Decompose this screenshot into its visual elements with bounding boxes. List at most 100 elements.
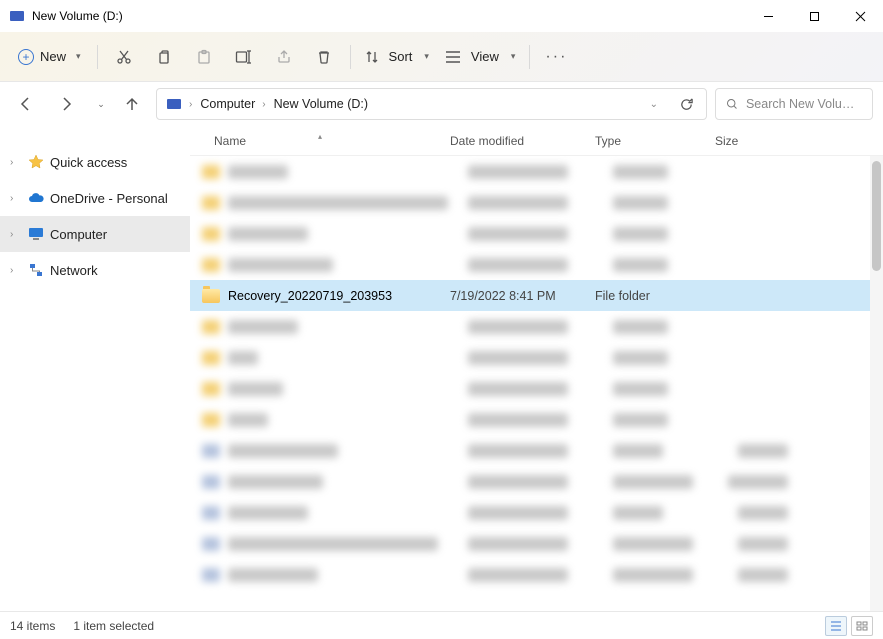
new-label: New bbox=[40, 49, 66, 64]
breadcrumb-label: New Volume (D:) bbox=[274, 97, 368, 111]
paste-button[interactable] bbox=[184, 39, 224, 75]
back-button[interactable] bbox=[10, 88, 42, 120]
search-input[interactable] bbox=[746, 97, 862, 111]
expand-icon[interactable]: › bbox=[10, 265, 22, 276]
chevron-down-icon: ▾ bbox=[511, 51, 516, 62]
file-date: 7/19/2022 8:41 PM bbox=[450, 289, 595, 303]
item-count: 14 items bbox=[10, 619, 55, 633]
column-header-date[interactable]: Date modified bbox=[450, 134, 595, 148]
share-button[interactable] bbox=[264, 39, 304, 75]
scrollbar-thumb[interactable] bbox=[872, 161, 881, 271]
expand-icon[interactable]: › bbox=[10, 157, 22, 168]
navigation-pane: › Quick access › OneDrive - Personal › C… bbox=[0, 126, 190, 611]
content-pane: ▴ Name Date modified Type Size Recovery_… bbox=[190, 126, 883, 611]
thumbnails-view-button[interactable] bbox=[851, 616, 873, 636]
star-icon bbox=[28, 154, 44, 170]
cloud-icon bbox=[28, 190, 44, 206]
list-item[interactable] bbox=[190, 156, 883, 187]
list-item[interactable] bbox=[190, 435, 883, 466]
chevron-down-icon: ⌄ bbox=[97, 99, 105, 110]
sidebar-item-label: OneDrive - Personal bbox=[50, 191, 168, 206]
column-header-name[interactable]: ▴ Name bbox=[190, 134, 450, 148]
view-button[interactable]: View ▾ bbox=[437, 49, 523, 64]
selection-count: 1 item selected bbox=[73, 619, 154, 633]
more-button[interactable]: ··· bbox=[536, 39, 576, 75]
list-item[interactable] bbox=[190, 466, 883, 497]
command-bar: + New ▾ Sort ▾ View ▾ ··· bbox=[0, 32, 883, 82]
search-box[interactable] bbox=[715, 88, 873, 120]
window-controls bbox=[745, 0, 883, 32]
list-item[interactable] bbox=[190, 311, 883, 342]
file-name: Recovery_20220719_203953 bbox=[228, 289, 392, 303]
maximize-button[interactable] bbox=[791, 0, 837, 32]
sort-label: Sort bbox=[389, 49, 413, 64]
expand-icon[interactable]: › bbox=[10, 229, 22, 240]
sidebar-item-onedrive[interactable]: › OneDrive - Personal bbox=[0, 180, 190, 216]
column-label: Name bbox=[214, 134, 246, 148]
list-item[interactable] bbox=[190, 187, 883, 218]
sidebar-item-computer[interactable]: › Computer bbox=[0, 216, 190, 252]
details-view-button[interactable] bbox=[825, 616, 847, 636]
copy-button[interactable] bbox=[144, 39, 184, 75]
minimize-button[interactable] bbox=[745, 0, 791, 32]
column-label: Size bbox=[715, 134, 738, 148]
new-button[interactable]: + New ▾ bbox=[8, 39, 91, 75]
chevron-right-icon: › bbox=[262, 99, 265, 110]
list-item[interactable] bbox=[190, 404, 883, 435]
sidebar-item-label: Network bbox=[50, 263, 98, 278]
view-toggle bbox=[825, 616, 873, 636]
breadcrumb-segment[interactable]: New Volume (D:) bbox=[274, 97, 368, 111]
view-icon bbox=[445, 50, 461, 64]
list-item-selected[interactable]: Recovery_20220719_203953 7/19/2022 8:41 … bbox=[190, 280, 883, 311]
address-dropdown[interactable]: ⌄ bbox=[644, 99, 664, 110]
address-bar[interactable]: › Computer › New Volume (D:) ⌄ bbox=[156, 88, 707, 120]
search-icon bbox=[726, 97, 738, 111]
folder-icon bbox=[202, 289, 220, 303]
main-area: › Quick access › OneDrive - Personal › C… bbox=[0, 126, 883, 611]
sort-button[interactable]: Sort ▾ bbox=[357, 49, 437, 64]
separator bbox=[529, 45, 530, 69]
recent-locations-button[interactable]: ⌄ bbox=[90, 88, 108, 120]
cut-button[interactable] bbox=[104, 39, 144, 75]
delete-button[interactable] bbox=[304, 39, 344, 75]
list-item[interactable] bbox=[190, 218, 883, 249]
list-item[interactable] bbox=[190, 528, 883, 559]
refresh-button[interactable] bbox=[672, 90, 700, 118]
breadcrumb-label: Computer bbox=[200, 97, 255, 111]
sidebar-item-label: Quick access bbox=[50, 155, 127, 170]
chevron-down-icon: ▾ bbox=[424, 51, 429, 62]
window-title: New Volume (D:) bbox=[32, 9, 123, 23]
up-button[interactable] bbox=[116, 88, 148, 120]
status-bar: 14 items 1 item selected bbox=[0, 611, 883, 639]
file-type: File folder bbox=[595, 289, 715, 303]
rename-button[interactable] bbox=[224, 39, 264, 75]
separator bbox=[350, 45, 351, 69]
column-header-size[interactable]: Size bbox=[715, 134, 790, 148]
list-item[interactable] bbox=[190, 249, 883, 280]
list-item[interactable] bbox=[190, 342, 883, 373]
column-headers: ▴ Name Date modified Type Size bbox=[190, 126, 883, 156]
chevron-right-icon: › bbox=[189, 99, 192, 110]
file-list: Recovery_20220719_203953 7/19/2022 8:41 … bbox=[190, 156, 883, 611]
breadcrumb-segment[interactable]: Computer › bbox=[200, 97, 265, 111]
sort-icon bbox=[365, 50, 379, 64]
chevron-down-icon: ▾ bbox=[76, 51, 81, 62]
column-header-type[interactable]: Type bbox=[595, 134, 715, 148]
drive-icon bbox=[167, 99, 181, 109]
close-button[interactable] bbox=[837, 0, 883, 32]
sidebar-item-quick-access[interactable]: › Quick access bbox=[0, 144, 190, 180]
list-item[interactable] bbox=[190, 497, 883, 528]
column-label: Type bbox=[595, 134, 621, 148]
plus-circle-icon: + bbox=[18, 49, 34, 65]
sort-ascending-icon: ▴ bbox=[318, 132, 322, 141]
nav-row: ⌄ › Computer › New Volume (D:) ⌄ bbox=[0, 82, 883, 126]
monitor-icon bbox=[28, 226, 44, 242]
sidebar-item-label: Computer bbox=[50, 227, 107, 242]
list-item[interactable] bbox=[190, 373, 883, 404]
list-item[interactable] bbox=[190, 559, 883, 590]
sidebar-item-network[interactable]: › Network bbox=[0, 252, 190, 288]
vertical-scrollbar[interactable] bbox=[870, 156, 883, 611]
view-label: View bbox=[471, 49, 499, 64]
forward-button[interactable] bbox=[50, 88, 82, 120]
expand-icon[interactable]: › bbox=[10, 193, 22, 204]
